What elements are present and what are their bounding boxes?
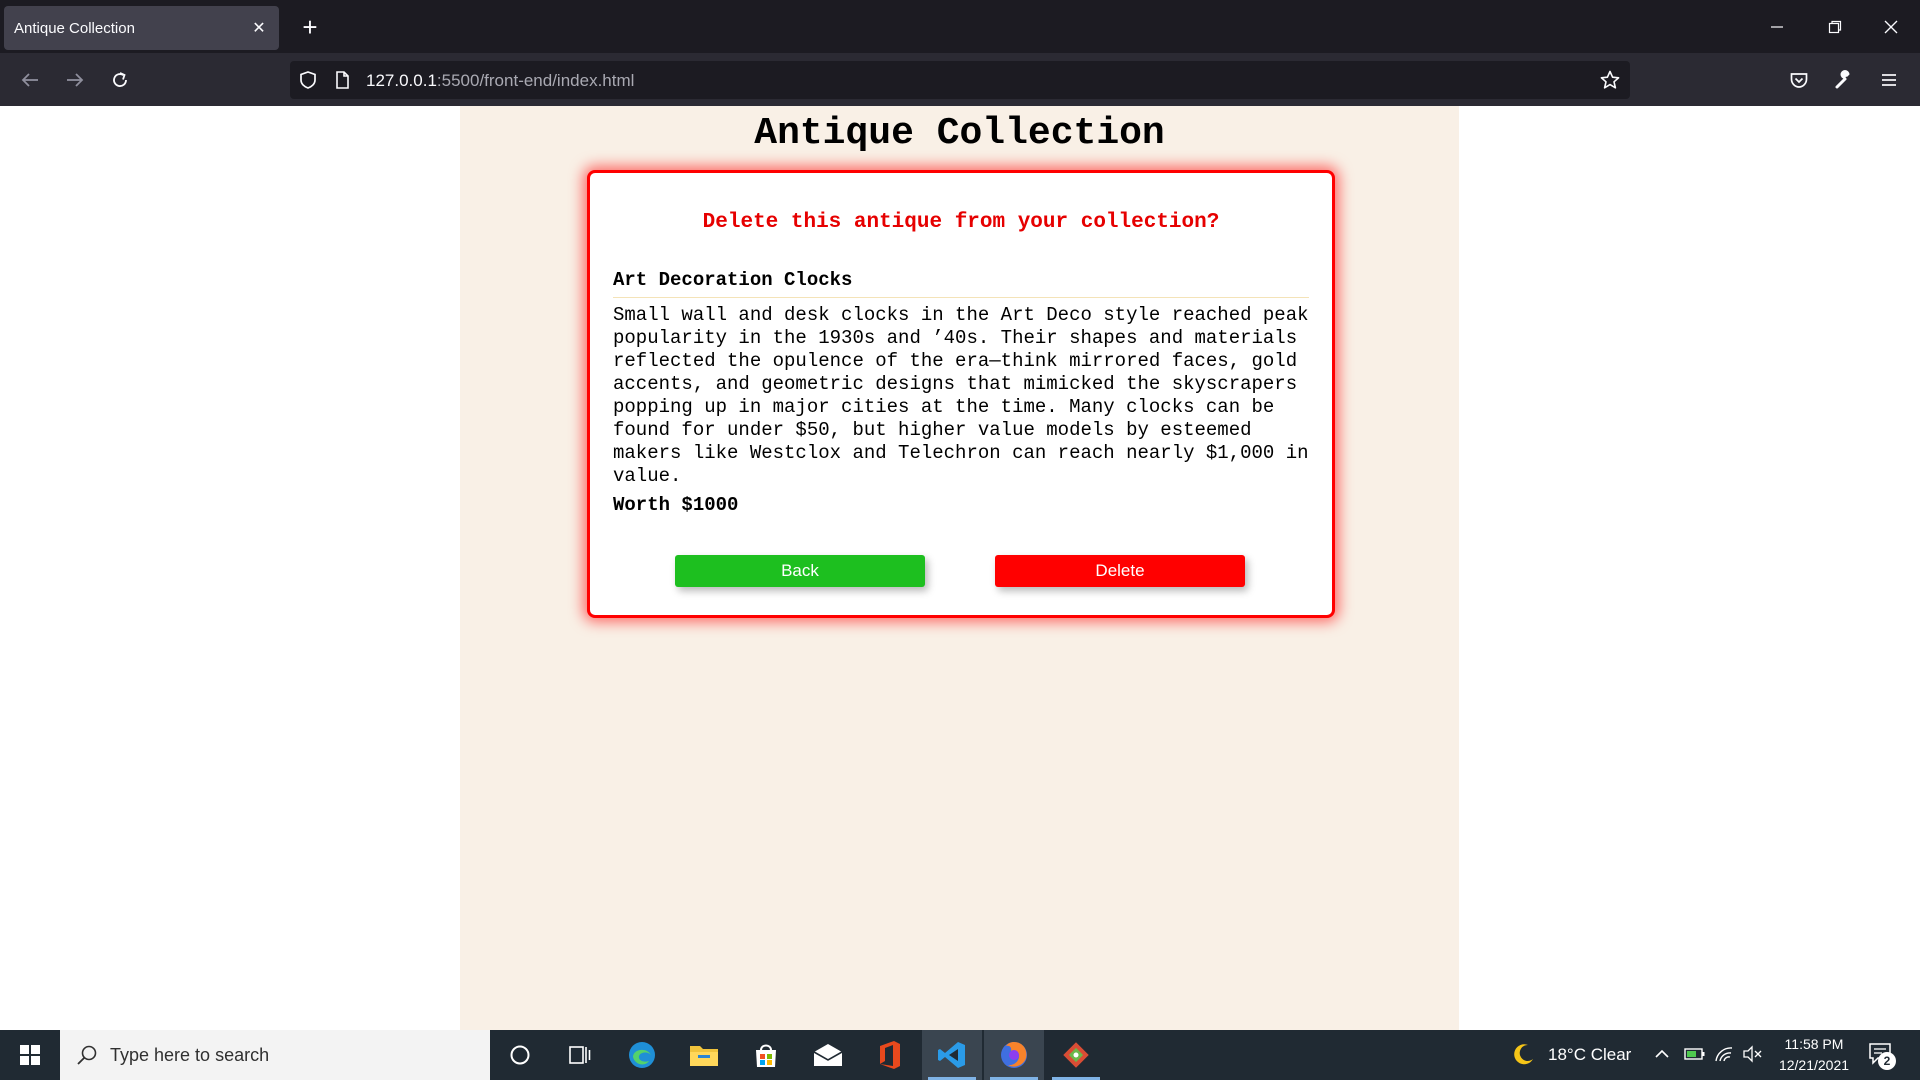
taskbar-search[interactable]: Type here to search	[60, 1030, 490, 1080]
url-bar[interactable]: 127.0.0.1:5500/front-end/index.html	[290, 61, 1630, 99]
firefox-icon[interactable]	[984, 1030, 1044, 1080]
wrench-icon[interactable]	[1827, 63, 1861, 97]
clock-time: 11:58 PM	[1784, 1036, 1844, 1052]
office-icon[interactable]	[860, 1030, 920, 1080]
restore-icon[interactable]	[1820, 12, 1850, 42]
git-icon[interactable]	[1046, 1030, 1106, 1080]
wifi-icon[interactable]	[1714, 1045, 1734, 1068]
shield-icon[interactable]	[298, 70, 318, 90]
mail-icon[interactable]	[798, 1030, 858, 1080]
menu-icon[interactable]	[1872, 63, 1906, 97]
cortana-icon[interactable]	[490, 1030, 550, 1080]
antique-name: Art Decoration Clocks	[613, 269, 853, 291]
browser-tab[interactable]: Antique Collection ✕	[4, 6, 279, 50]
vscode-icon[interactable]	[922, 1030, 982, 1080]
store-icon[interactable]	[736, 1030, 796, 1080]
search-placeholder: Type here to search	[110, 1045, 270, 1065]
divider	[613, 297, 1309, 298]
close-window-icon[interactable]	[1876, 12, 1906, 42]
back-button[interactable]: Back	[675, 555, 925, 587]
clock-date: 12/21/2021	[1778, 1057, 1850, 1073]
volume-muted-icon[interactable]	[1742, 1045, 1764, 1068]
notification-badge: 2	[1878, 1052, 1896, 1070]
delete-button[interactable]: Delete	[995, 555, 1245, 587]
url-text[interactable]: 127.0.0.1:5500/front-end/index.html	[366, 71, 634, 91]
delete-confirm-dialog: Delete this antique from your collection…	[587, 170, 1335, 618]
page-title: Antique Collection	[754, 112, 1165, 155]
weather-text[interactable]: 18°C Clear	[1548, 1045, 1631, 1065]
moon-icon[interactable]	[1512, 1042, 1536, 1071]
page-icon[interactable]	[332, 70, 352, 90]
browser-nav-bar: 127.0.0.1:5500/front-end/index.html	[0, 53, 1920, 106]
back-arrow-icon[interactable]	[13, 63, 47, 97]
file-explorer-icon[interactable]	[674, 1030, 734, 1080]
windows-start-icon[interactable]	[0, 1030, 60, 1080]
task-view-icon[interactable]	[550, 1030, 610, 1080]
close-tab-icon[interactable]: ✕	[249, 18, 269, 38]
pocket-icon[interactable]	[1782, 63, 1816, 97]
forward-arrow-icon[interactable]	[58, 63, 92, 97]
page-viewport: Antique Collection Delete this antique f…	[0, 106, 1920, 1030]
url-host: 127.0.0.1	[366, 71, 437, 90]
edge-icon[interactable]	[612, 1030, 672, 1080]
reload-icon[interactable]	[103, 63, 137, 97]
star-icon[interactable]	[1600, 70, 1620, 90]
clock[interactable]: 11:58 PM 12/21/2021	[1768, 1034, 1860, 1076]
search-icon	[76, 1044, 98, 1071]
taskbar: Type here to search 18°C Clear 11:58 PM …	[0, 1030, 1920, 1080]
minimize-icon[interactable]	[1762, 12, 1792, 42]
chevron-up-icon[interactable]	[1654, 1046, 1670, 1067]
antique-description: Small wall and desk clocks in the Art De…	[613, 304, 1309, 487]
content-column: Antique Collection Delete this antique f…	[460, 106, 1459, 1030]
tab-title: Antique Collection	[14, 19, 135, 37]
battery-icon[interactable]	[1684, 1046, 1706, 1067]
antique-worth: Worth $1000	[613, 494, 739, 516]
browser-tab-bar: Antique Collection ✕ +	[0, 0, 1920, 53]
url-path: :5500/front-end/index.html	[436, 71, 635, 90]
new-tab-button[interactable]: +	[295, 12, 325, 42]
dialog-question: Delete this antique from your collection…	[702, 211, 1220, 234]
